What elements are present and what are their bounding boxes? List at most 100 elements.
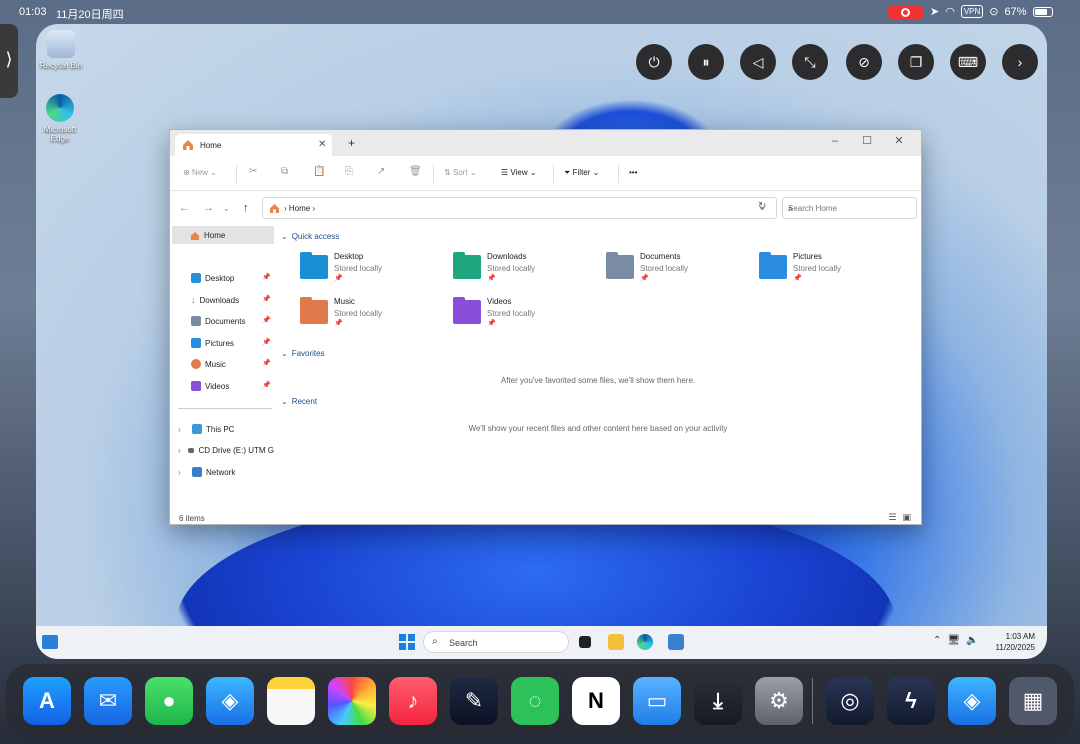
pause-button[interactable]: ⏸ bbox=[688, 44, 724, 80]
notion-icon[interactable]: N bbox=[572, 677, 620, 725]
volume-icon[interactable]: 🔈 bbox=[966, 635, 978, 646]
files-icon[interactable]: ▭ bbox=[633, 677, 681, 725]
network-status-icon[interactable]: 🖥 bbox=[947, 635, 960, 646]
back-arrow-icon[interactable]: ← bbox=[179, 202, 190, 214]
qa-item-documents[interactable]: Documents Stored locally 📌 bbox=[606, 252, 746, 292]
windows-button[interactable]: ❐ bbox=[898, 44, 934, 80]
status-time: 01:03 bbox=[19, 6, 47, 18]
power-button[interactable]: ⏻ bbox=[636, 44, 672, 80]
filter-button[interactable]: ⏷ Filter ⌄ bbox=[564, 168, 599, 178]
cut-icon[interactable]: ✂ bbox=[249, 166, 257, 177]
qa-item-pictures[interactable]: Pictures Stored locally 📌 bbox=[759, 252, 899, 292]
pin-icon: 📌 bbox=[262, 382, 271, 389]
paste-icon[interactable]: 📋 bbox=[313, 166, 325, 177]
safari-recent-icon[interactable]: ◈ bbox=[948, 677, 996, 725]
close-tab-icon[interactable]: ✕ bbox=[318, 139, 326, 150]
qa-item-videos[interactable]: Videos Stored locally 📌 bbox=[453, 297, 593, 337]
desktop-icon-recycle-bin[interactable]: Recycle Bin bbox=[36, 30, 86, 70]
edge-taskbar-icon[interactable] bbox=[637, 634, 653, 650]
sidebar-toggle-tab[interactable]: ⟩ bbox=[0, 24, 18, 98]
sidebar-item-network[interactable]: › Network bbox=[178, 463, 274, 481]
capture-cursor-button[interactable]: ⊘ bbox=[846, 44, 882, 80]
recycle-bin-icon bbox=[47, 30, 75, 58]
quick-access-header[interactable]: ⌄ Quick access bbox=[281, 232, 339, 241]
store-taskbar-icon[interactable] bbox=[668, 634, 684, 650]
utm-icon[interactable]: ◎ bbox=[826, 677, 874, 725]
tiles-view-icon[interactable]: ▣ bbox=[902, 512, 917, 522]
messages-icon[interactable]: ● bbox=[145, 677, 193, 725]
rename-icon[interactable]: ⎘ bbox=[345, 166, 353, 177]
sidebar-item-desktop[interactable]: Desktop 📌 bbox=[191, 269, 274, 287]
start-button[interactable] bbox=[399, 634, 415, 650]
sidebar-item-videos[interactable]: Videos 📌 bbox=[191, 377, 274, 395]
desktop-icon-edge[interactable]: Microsoft Edge bbox=[36, 94, 85, 143]
new-tab-button[interactable]: + bbox=[348, 136, 355, 150]
music-icon[interactable]: ♪ bbox=[389, 677, 437, 725]
breadcrumb-home[interactable]: Home bbox=[289, 204, 310, 213]
sidebar-item-documents[interactable]: Documents 📌 bbox=[191, 312, 274, 330]
sidebar-item-downloads[interactable]: ↓ Downloads 📌 bbox=[191, 291, 274, 309]
app-library-icon[interactable]: ▦ bbox=[1009, 677, 1057, 725]
screen-recording-indicator[interactable] bbox=[887, 5, 924, 20]
task-view-icon[interactable] bbox=[579, 636, 591, 648]
qa-item-desktop[interactable]: Desktop Stored locally 📌 bbox=[300, 252, 440, 292]
vm-control-bar: ⏻ ⏸ ◁ ⤡ ⊘ ❐ ⌨ › bbox=[636, 44, 1038, 80]
address-field[interactable]: › Home › ⌄ bbox=[262, 197, 777, 219]
chevron-right-icon[interactable]: › bbox=[178, 425, 188, 434]
resize-button[interactable]: ⤡ bbox=[792, 44, 828, 80]
back-button[interactable]: ◁ bbox=[740, 44, 776, 80]
sidebar-divider bbox=[178, 408, 272, 409]
safari-icon[interactable]: ◈ bbox=[206, 677, 254, 725]
more-options-button[interactable]: ••• bbox=[629, 168, 637, 177]
chevron-up-icon[interactable]: ⌃ bbox=[933, 635, 941, 646]
address-bar-row: ← → ⌄ ↑ › Home › ⌄ ↻ Search Home ⌕ bbox=[170, 191, 921, 225]
notes-icon[interactable] bbox=[267, 677, 315, 725]
dock-divider bbox=[812, 678, 813, 724]
freeform-icon[interactable]: ✎ bbox=[450, 677, 498, 725]
navigation-pane: Home Desktop 📌 ↓ Downloads 📌 Documents 📌 Pi… bbox=[170, 225, 274, 508]
chevron-right-icon[interactable]: › bbox=[178, 468, 188, 477]
up-arrow-icon[interactable]: ↑ bbox=[243, 202, 249, 214]
chevron-right-icon[interactable]: › bbox=[178, 446, 184, 455]
taskbar-search[interactable]: ⌕ Search bbox=[423, 631, 569, 653]
vm-display[interactable]: Recycle Bin Microsoft Edge ⏻ ⏸ ◁ ⤡ ⊘ ❐ ⌨… bbox=[36, 24, 1047, 659]
close-window-button[interactable]: ✕ bbox=[883, 132, 915, 150]
keyboard-button[interactable]: ⌨ bbox=[950, 44, 986, 80]
recent-locations-icon[interactable]: ⌄ bbox=[223, 204, 230, 213]
photos-icon[interactable] bbox=[328, 677, 376, 725]
qa-item-music[interactable]: Music Stored locally 📌 bbox=[300, 297, 440, 337]
file-explorer-taskbar-icon[interactable] bbox=[608, 634, 624, 650]
search-input[interactable]: Search Home ⌕ bbox=[782, 197, 917, 219]
cd-drive-icon bbox=[188, 447, 195, 453]
details-view-icon[interactable]: ☰ bbox=[888, 512, 902, 522]
maximize-button[interactable]: ☐ bbox=[851, 132, 883, 150]
refresh-icon[interactable]: ↻ bbox=[758, 201, 766, 212]
favorites-header[interactable]: ⌄ Favorites bbox=[281, 349, 325, 358]
sidebar-item-this-pc[interactable]: › This PC bbox=[178, 420, 274, 438]
minimize-button[interactable]: – bbox=[819, 132, 851, 150]
settings-icon[interactable]: ⚙ bbox=[755, 677, 803, 725]
app-store-icon[interactable]: A bbox=[23, 677, 71, 725]
share-icon[interactable]: ↗ bbox=[377, 166, 385, 177]
sidebar-item-music[interactable]: Music 📌 bbox=[191, 355, 274, 373]
downloader-icon[interactable]: ⤓ bbox=[694, 677, 742, 725]
copy-icon[interactable]: ⧉ bbox=[281, 166, 288, 177]
view-button[interactable]: ☰ View ⌄ bbox=[501, 168, 537, 177]
delete-icon[interactable]: 🗑 bbox=[409, 166, 422, 177]
tab-home[interactable]: Home ✕ bbox=[175, 134, 332, 156]
sidebar-item-pictures[interactable]: Pictures 📌 bbox=[191, 334, 274, 352]
next-button[interactable]: › bbox=[1002, 44, 1038, 80]
favorites-empty-message: After you've favorited some files, we'll… bbox=[500, 376, 696, 385]
sidebar-item-home[interactable]: Home bbox=[172, 226, 274, 244]
shortcuts-icon[interactable]: ϟ bbox=[887, 677, 935, 725]
sort-button[interactable]: ⇅ Sort ⌄ bbox=[444, 168, 477, 177]
forward-arrow-icon[interactable]: → bbox=[203, 202, 214, 214]
sidebar-item-cd-drive[interactable]: › CD Drive (E:) UTM G bbox=[178, 441, 274, 459]
taskbar-clock[interactable]: 1:03 AM 11/20/2025 bbox=[991, 631, 1035, 653]
new-button[interactable]: ⊕ New ⌄ bbox=[183, 168, 217, 177]
recent-header[interactable]: ⌄ Recent bbox=[281, 397, 317, 406]
mail-icon[interactable]: ✉ bbox=[84, 677, 132, 725]
qa-item-downloads[interactable]: Downloads Stored locally 📌 bbox=[453, 252, 593, 292]
widgets-icon[interactable] bbox=[42, 635, 58, 649]
wechat-icon[interactable]: ◌ bbox=[511, 677, 559, 725]
